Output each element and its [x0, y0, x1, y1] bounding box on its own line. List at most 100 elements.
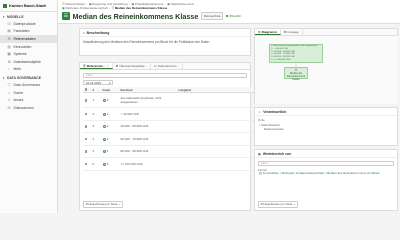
row-number: 4 [91, 132, 101, 146]
sidebar-item-data-governance[interactable]: ⛉ Data Governance [0, 81, 57, 89]
tree-icon: ⊟ [154, 64, 157, 68]
breadcrumb-item[interactable]: Präsidialdepartement [135, 2, 163, 6]
row-code: ◦ 1 [101, 107, 119, 121]
page-size-select[interactable]: 25 Ergebnisse pro Seite ⌄ [83, 200, 124, 208]
sidebar-item-suche[interactable]: ⌕ Suche [0, 89, 57, 97]
pagination: 25 Ergebnisse pro Seite ⌄ [83, 200, 125, 208]
sidebar-item-issues[interactable]: ⚠ Issues [0, 96, 57, 104]
sidebar-item-fachdaten[interactable]: ▤ Fachdaten [0, 28, 57, 36]
row-kurztext: 80 000 - 99 999 CHF [119, 145, 177, 158]
server-icon: ▦ [7, 52, 11, 57]
list-icon: ☰ [7, 36, 11, 41]
lineage-icon: ⇆ [283, 30, 287, 34]
list-icon: ☰ [111, 6, 115, 11]
tab-uebersetzungstabelle[interactable]: ⇄ Übersetzungstabe... [113, 63, 152, 69]
row-number: 1 [91, 92, 101, 108]
values-card: ☰ Referenzw... × ⇄ Übersetzungstabe... ⊟… [79, 62, 262, 211]
breadcrumb-separator: › [194, 2, 196, 6]
card-header: ≡ Beschreibung [80, 29, 250, 37]
brand[interactable]: Kanton Basel-Stadt [0, 0, 57, 12]
tab-lineage[interactable]: ⇆ Lineage [281, 29, 303, 35]
checkbox-icon [84, 150, 88, 153]
checkbox-icon [84, 162, 88, 166]
row-langtext [177, 132, 262, 146]
row-code: ◦ 0 [101, 92, 119, 108]
file-icon: ▤ [7, 29, 11, 34]
checkbox-icon [84, 112, 88, 116]
kanton-logo-icon [3, 3, 7, 8]
folder-icon: ▣ [131, 2, 135, 6]
breadcrumb-current: Median des Reineinkommens Klasse [114, 6, 168, 11]
user-icon: ☺ [258, 109, 262, 114]
row-kurztext: 60 000 - 79 999 CHF [119, 132, 177, 146]
breadcrumb-separator: › [128, 2, 130, 6]
range-icon: ▣ [258, 151, 262, 156]
sidebar-item-mehr[interactable]: › Mehr [0, 66, 57, 74]
table-row[interactable]: 5 ◦ 4 80 000 - 99 999 CHF [83, 145, 262, 158]
value-range-link[interactable]: ▥ Kennzahlen | Methoden & Datenwissenscha… [255, 171, 397, 176]
row-langtext [177, 107, 262, 121]
row-kurztext: 40 000 - 59 999 CHF [119, 120, 177, 133]
checkbox-icon [84, 137, 88, 141]
table-row[interactable]: 3 ◦ 2 40 000 - 59 999 CHF [83, 120, 262, 133]
filter-input[interactable]: Filter... [83, 72, 247, 78]
table-row[interactable]: 4 ◦ 3 60 000 - 79 999 CHF [83, 132, 262, 146]
row-number: 5 [91, 145, 101, 158]
row-code: ◦ 5 [101, 157, 119, 171]
person-link[interactable]: Datenverweise [255, 127, 397, 131]
value-icon: ◦ [102, 162, 106, 166]
checkbox-icon [84, 98, 88, 102]
row-langtext [177, 157, 262, 171]
chevron-right-icon: › [259, 123, 260, 127]
card-header: ▣ Wertebereich von [255, 150, 397, 158]
chevron-down-icon: ▾ [108, 80, 111, 85]
checkbox-icon [84, 125, 88, 128]
page-header: ☰ Referenzdaten › ▣ Regierung und Verwaltun… [58, 0, 400, 24]
value-range-card: ▣ Wertebereich von Filter... Modell ▥ Ke… [254, 149, 398, 211]
row-code: ◦ 4 [101, 145, 119, 158]
value-icon: ◦ [102, 112, 106, 116]
diagram-icon: ⊡ [258, 29, 261, 34]
value-range-filter-input[interactable]: Filter... [258, 160, 394, 166]
reference-list-icon: ☰ [62, 12, 70, 20]
row-number: 6 [91, 157, 101, 171]
status-dot-icon [225, 14, 228, 18]
breadcrumb-separator: › [108, 6, 110, 11]
diagram-canvas[interactable]: 0 - Aus Datenschutzgründen nicht ausgewi… [255, 36, 398, 104]
brand-name: Kanton Basel-Stadt [9, 3, 46, 8]
search-icon: ⌕ [8, 90, 10, 95]
breadcrumb-item[interactable]: Regierung und Verwaltung [92, 2, 127, 6]
breadcrumb-item[interactable]: Methoden & Datenwissenschaft [65, 6, 107, 10]
sidebar-item-systeme[interactable]: ▦ Systeme [0, 50, 57, 58]
value-icon: ◦ [102, 150, 106, 154]
sidebar-item-datenbankobjekte[interactable]: ⊞ Datenbankobjekte [0, 58, 57, 66]
sidebar: Kanton Basel-Stadt ▾ MODELLE ⛁ Datenprod… [0, 0, 58, 213]
sidebar-item-kennzahlen[interactable]: ▥ Kennzahlen [0, 43, 57, 51]
swap-icon: ⇄ [115, 64, 119, 68]
values-tabs: ☰ Referenzw... × ⇄ Übersetzungstabe... ⊟… [80, 63, 250, 70]
tab-diagramm[interactable]: ⊡ Diagramm [255, 29, 281, 35]
title-row: ☰ Median des Reineinkommens Klasse Refer… [62, 12, 241, 21]
date-select[interactable]: 01.01.2025 ▾ [83, 80, 113, 85]
diagram-connector [295, 63, 297, 67]
page-size-select[interactable]: 25 Ergebnisse pro Seite ⌄ [258, 200, 299, 208]
responsible-card: ☺ Verantwortlich Rolle › Data Steward Da… [254, 107, 398, 146]
breadcrumb-item[interactable]: Referenzdaten [65, 2, 85, 6]
sidebar-item-diskussionen[interactable]: ✉ Diskussionen [0, 104, 57, 112]
tab-subreferenz[interactable]: ⊟ Subreferenzo... [151, 63, 183, 69]
sidebar-item-datenprodukte[interactable]: ⛁ Datenprodukte [0, 20, 57, 28]
sidebar-item-referenzdaten[interactable]: ☰ Referenzdaten [0, 35, 57, 43]
table-row[interactable]: 1 ◦ 0 Aus Datenschutzgründen nicht ausgew… [83, 92, 262, 108]
alert-icon: ⚠ [7, 98, 11, 103]
breadcrumb-item[interactable]: Statistisches Amt [171, 2, 194, 6]
diagram-node[interactable]: ☰ Median des Reineinkommens Klasse [284, 67, 308, 81]
diagram-card: ⊡ Diagramm ⇆ Lineage 0 - Aus Datenschutz… [254, 28, 398, 104]
tab-referenzwerte[interactable]: ☰ Referenzw... × [80, 63, 113, 69]
close-icon[interactable]: × [107, 64, 109, 68]
chat-icon: ✉ [7, 105, 11, 110]
card-header: ☺ Verantwortlich [255, 108, 397, 116]
table-row[interactable]: 6 ◦ 5 >= 100 000 CHF [83, 157, 262, 171]
row-code: ◦ 2 [101, 120, 119, 133]
table-row[interactable]: 2 ◦ 1 < 40 000 CHF [83, 107, 262, 121]
value-range-pagination: 25 Ergebnisse pro Seite ⌄ [258, 200, 300, 208]
